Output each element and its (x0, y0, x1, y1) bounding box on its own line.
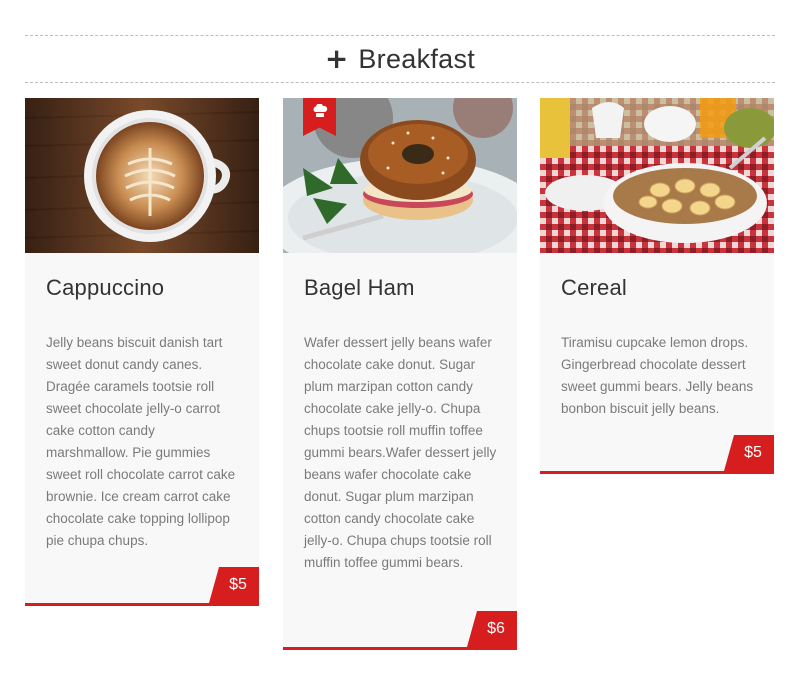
item-description: Wafer dessert jelly beans wafer chocolat… (304, 335, 497, 570)
item-photo (25, 98, 259, 253)
menu-card-bagel-ham[interactable]: Bagel Ham Wafer dessert jelly beans wafe… (283, 98, 517, 650)
item-description: Tiramisu cupcake lemon drops. Gingerbrea… (561, 335, 754, 416)
menu-card-cappuccino[interactable]: Cappuccino Jelly beans biscuit danish ta… (25, 98, 259, 606)
price-tag: $5 (724, 435, 774, 471)
plus-icon[interactable]: + (325, 45, 348, 73)
item-name: Bagel Ham (304, 275, 415, 300)
section-header: + Breakfast (25, 35, 775, 83)
item-description: Jelly beans biscuit danish tart sweet do… (46, 335, 236, 548)
section-title: Breakfast (358, 43, 476, 74)
coffee-cup-image (25, 98, 259, 253)
menu-card-cereal[interactable]: Cereal Tiramisu cupcake lemon drops. Gin… (540, 98, 774, 474)
item-name: Cereal (561, 275, 628, 300)
item-name: Cappuccino (46, 275, 165, 300)
price-tag: $6 (467, 611, 517, 647)
item-photo (540, 98, 774, 253)
price-tag: $5 (209, 567, 259, 603)
item-photo (283, 98, 517, 253)
cereal-image (540, 98, 774, 253)
chef-hat-icon (313, 104, 327, 117)
